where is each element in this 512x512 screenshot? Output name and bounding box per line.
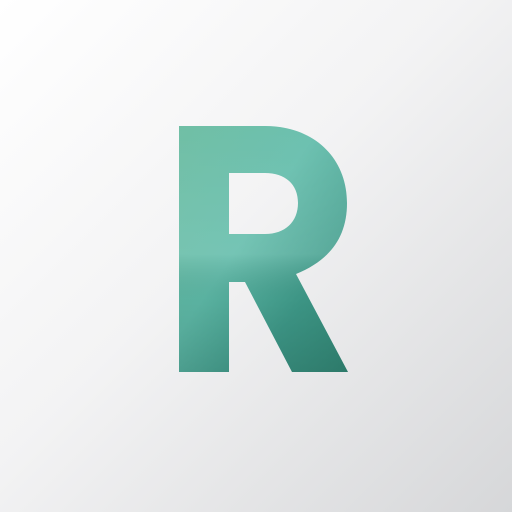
app-icon: R xyxy=(0,0,512,512)
letter-r-shading xyxy=(179,126,348,372)
letter-r-logo-icon xyxy=(179,126,348,372)
